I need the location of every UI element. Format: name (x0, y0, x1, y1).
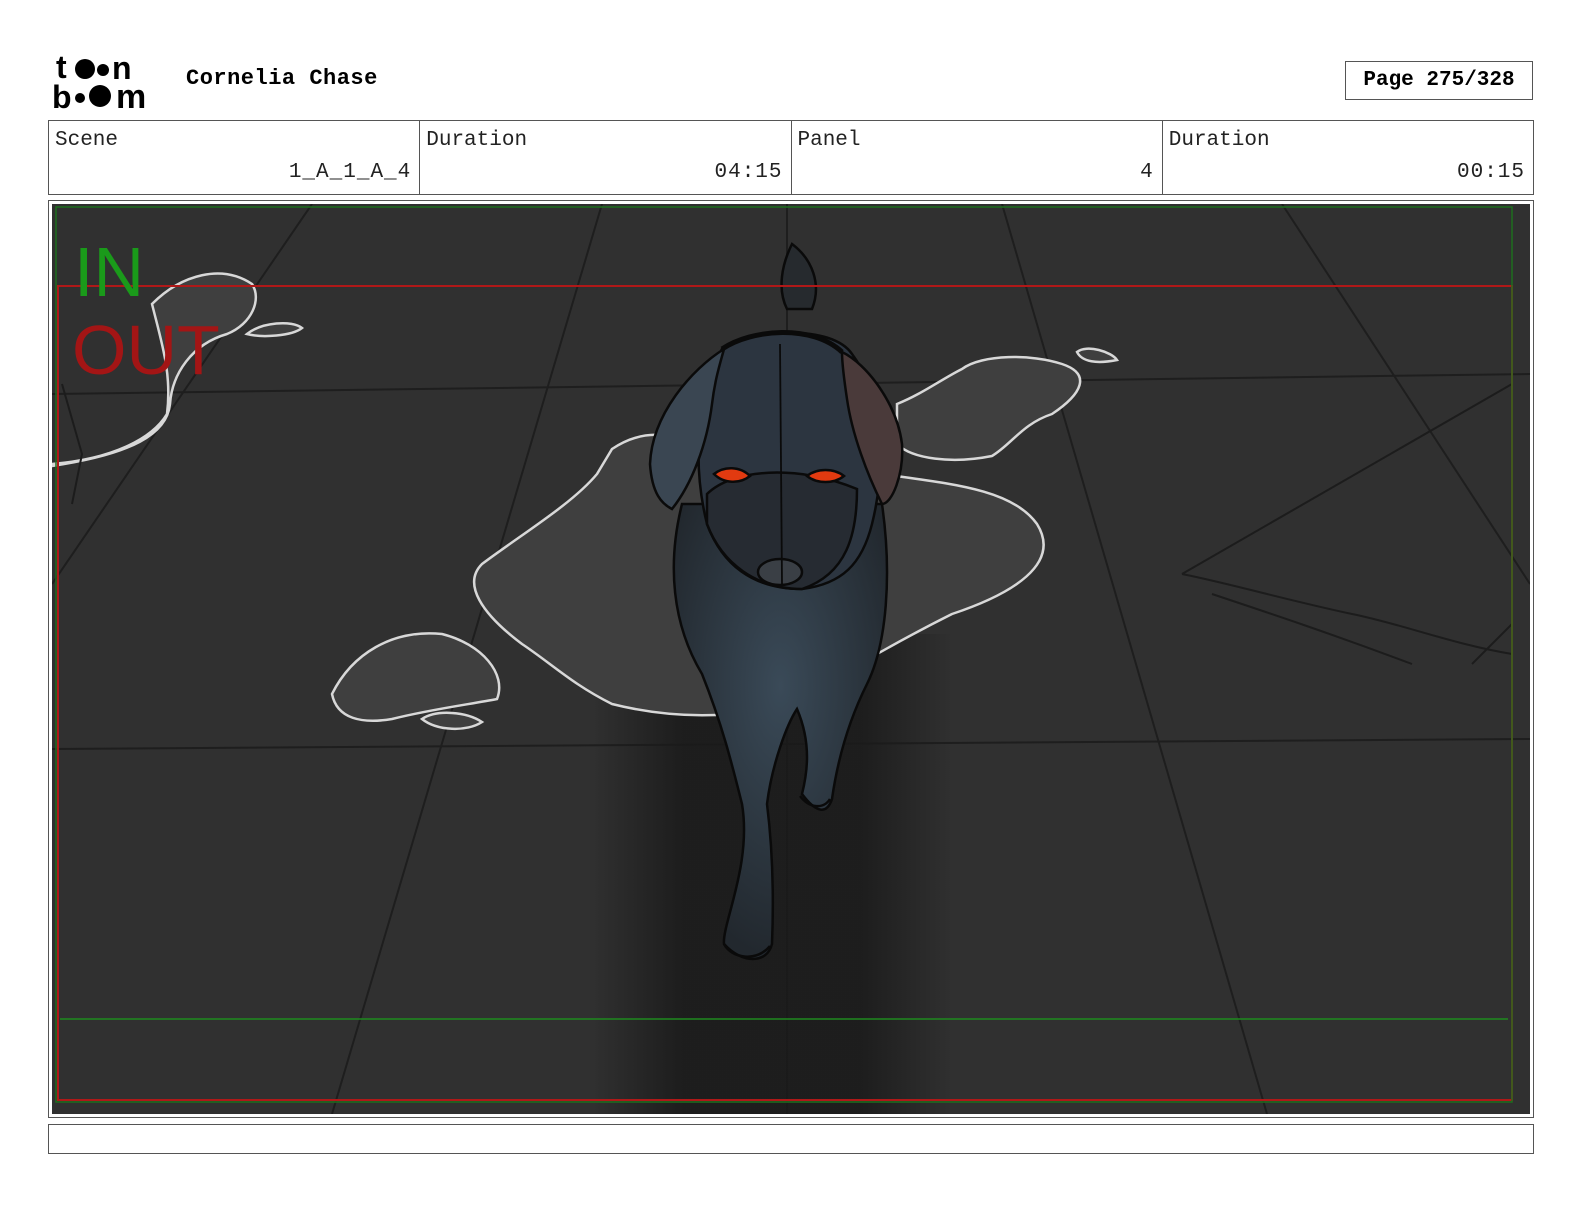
scene-duration-label: Duration (426, 129, 528, 152)
scene-cell: Scene 1_A_1_A_4 (49, 121, 421, 194)
out-label: OUT (72, 311, 220, 389)
panel-value: 4 (1140, 161, 1154, 184)
panel-cell: Panel 4 (792, 121, 1163, 194)
panel-duration-cell: Duration 00:15 (1163, 121, 1533, 194)
project-title: Cornelia Chase (186, 66, 378, 91)
in-label: IN (74, 233, 144, 311)
scene-label: Scene (55, 129, 119, 152)
scene-value: 1_A_1_A_4 (288, 161, 412, 184)
panel-notes-box (48, 1124, 1534, 1154)
panel-duration-value: 00:15 (1456, 161, 1525, 184)
page-number: Page 275/328 (1345, 61, 1533, 100)
storyboard-panel-image: IN OUT (52, 204, 1530, 1114)
panel-duration-label: Duration (1168, 129, 1270, 152)
svg-text:m: m (116, 78, 146, 112)
svg-text:b: b (52, 79, 72, 112)
panel-info-table: Scene 1_A_1_A_4 Duration 04:15 Panel 4 D… (48, 120, 1534, 195)
scene-duration-cell: Duration 04:15 (420, 121, 792, 194)
scene-duration-value: 04:15 (714, 161, 783, 184)
panel-label: Panel (797, 129, 861, 152)
toon-boom-logo: t n b m (52, 50, 146, 112)
